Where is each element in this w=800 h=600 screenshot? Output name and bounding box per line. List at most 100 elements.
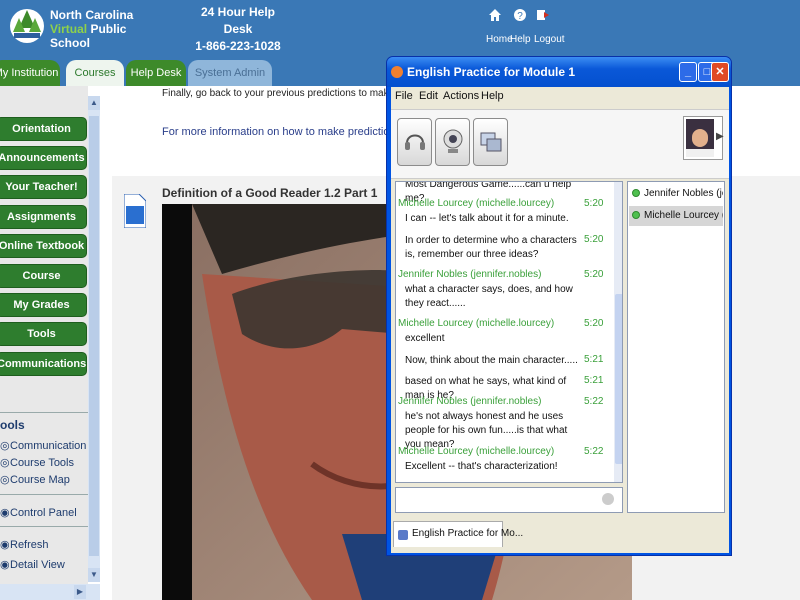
nav-announcements-button[interactable]: Announcements (0, 146, 87, 170)
instruction-text: Finally, go back to your previous predic… (162, 88, 395, 99)
refresh-label: Refresh (10, 539, 49, 551)
participant-list: Jennifer Nobles (jen... Michelle Lourcey… (627, 181, 725, 513)
chat-message: excellent (405, 333, 445, 344)
refresh-link[interactable]: ◉Refresh (0, 538, 88, 551)
nav-assignments-button[interactable]: Assignments (0, 205, 87, 229)
chat-time: 5:20 (584, 198, 604, 209)
logout-link[interactable]: Logout (534, 34, 565, 45)
chat-scroll-thumb[interactable] (615, 294, 622, 464)
chat-titlebar[interactable]: English Practice for Module 1 _ □ ✕ (387, 57, 731, 87)
scroll-up-icon[interactable]: ▲ (88, 96, 100, 110)
logo-line1: North Carolina (50, 8, 134, 22)
tab-system-admin[interactable]: System Admin (188, 60, 272, 86)
video-title: Definition of a Good Reader 1.2 Part 1 (162, 186, 378, 200)
chevron-right-icon[interactable]: ▶ (716, 131, 724, 142)
top-nav: ? Home Help Logout (482, 8, 565, 48)
divider (0, 412, 88, 413)
contact-avatar-box[interactable]: ▶ (683, 116, 724, 160)
sidebar-horizontal-scrollbar[interactable]: ▶ (0, 584, 100, 600)
home-link[interactable]: Home (486, 34, 513, 45)
avatar-face (692, 129, 708, 147)
help-icon[interactable]: ? (513, 8, 527, 22)
participant-item[interactable]: Michelle Lourcey (mi... (629, 206, 723, 226)
tool-communication-label: Communication (10, 440, 87, 452)
sidebar-vertical-scrollbar[interactable]: ▲ ▼ (88, 96, 100, 582)
nav-course-documents-button[interactable]: Course Documents (0, 264, 87, 304)
nav-communications-button[interactable]: Communications (0, 352, 87, 376)
menu-actions[interactable]: Actions (443, 90, 479, 102)
chat-sender: Jennifer Nobles (jennifer.nobles) (398, 396, 542, 407)
tool-course-map-label: Course Map (10, 474, 70, 486)
divider (0, 494, 88, 495)
home-icon[interactable] (488, 8, 502, 22)
online-status-icon (632, 189, 640, 198)
control-panel-icon: ◉ (0, 507, 10, 519)
tool-course-map-link[interactable]: ◎Course Map (0, 473, 88, 486)
tab-my-institution[interactable]: My Institution (0, 60, 60, 86)
menu-file[interactable]: File (395, 90, 413, 102)
chat-time: 5:21 (584, 375, 604, 386)
chat-sender: Michelle Lourcey (michelle.lourcey) (398, 198, 555, 209)
nav-my-grades-button[interactable]: My Grades (0, 293, 87, 317)
chat-message-list[interactable]: Most Dangerous Game......can u help me? … (395, 181, 623, 483)
logo-text: North Carolina Virtual Public School (50, 8, 156, 50)
refresh-icon: ◉ (0, 539, 10, 551)
chat-sender: Michelle Lourcey (michelle.lourcey) (398, 446, 555, 457)
tab-help-desk[interactable]: Help Desk (126, 60, 186, 86)
chat-message: what a character says, does, and how the… (405, 284, 573, 309)
detail-view-icon: ◉ (0, 559, 10, 571)
course-menu: Orientation Announcements Your Teacher! … (0, 86, 100, 600)
chat-time: 5:22 (584, 446, 604, 457)
chat-message: Excellent -- that's characterization! (405, 461, 558, 472)
chat-input[interactable] (395, 487, 623, 513)
tool-course-tools-link[interactable]: ◎Course Tools (0, 456, 88, 469)
svg-text:?: ? (517, 11, 523, 22)
avatar (686, 119, 714, 157)
webcam-icon (443, 129, 463, 153)
scroll-down-icon[interactable]: ▼ (88, 568, 100, 582)
school-logo[interactable]: North Carolina Virtual Public School (6, 4, 156, 50)
emoticon-icon[interactable] (602, 493, 614, 505)
sidebar-scroll-thumb[interactable] (89, 116, 99, 556)
chat-toolbar: ▶ (391, 109, 729, 179)
chat-title: English Practice for Module 1 (407, 65, 576, 79)
video-call-button[interactable] (435, 118, 470, 166)
online-status-icon (632, 211, 640, 220)
participant-name: Jennifer Nobles (jen... (644, 188, 723, 199)
menu-edit[interactable]: Edit (419, 90, 438, 102)
nav-tools-button[interactable]: Tools (0, 322, 87, 346)
participant-item[interactable]: Jennifer Nobles (jen... (629, 184, 723, 204)
control-panel-link[interactable]: ◉Control Panel (0, 506, 88, 519)
detail-view-link[interactable]: ◉Detail View (0, 558, 88, 571)
logout-icon[interactable] (536, 8, 550, 22)
nav-orientation-button[interactable]: Orientation (0, 117, 87, 141)
helpdesk-phone: 1-866-223-1028 (195, 39, 281, 53)
course-tools-icon: ◎ (0, 457, 10, 469)
chat-session-tab-label: English Practice for Mo... (412, 528, 524, 539)
chat-message: Now, think about the main character..... (405, 355, 578, 366)
chat-app-icon (391, 66, 403, 78)
tool-course-tools-label: Course Tools (10, 457, 74, 469)
tab-courses[interactable]: Courses (66, 60, 124, 86)
scroll-right-icon[interactable]: ▶ (74, 585, 86, 599)
tool-communication-link[interactable]: ◎Communication (0, 439, 88, 452)
menu-help[interactable]: Help (481, 90, 504, 102)
nav-online-textbook-button[interactable]: Online Textbook (0, 234, 87, 258)
detail-view-label: Detail View (10, 559, 65, 571)
share-screen-button[interactable] (473, 118, 508, 166)
audio-call-button[interactable] (397, 118, 432, 166)
course-map-icon: ◎ (0, 474, 10, 486)
chat-sender: Jennifer Nobles (jennifer.nobles) (398, 269, 542, 280)
chat-message: In order to determine who a characters i… (405, 235, 577, 260)
close-icon[interactable]: ✕ (711, 62, 729, 82)
nav-your-teacher-button[interactable]: Your Teacher! (0, 175, 87, 199)
chat-window[interactable]: English Practice for Module 1 _ □ ✕ File… (386, 56, 732, 556)
chat-session-tab[interactable]: English Practice for Mo... (393, 521, 523, 547)
help-link[interactable]: Help (510, 34, 531, 45)
logo-virtual: Virtual (50, 22, 88, 36)
chat-client-area: File Edit Actions Help ▶ Most Dangerous … (391, 87, 729, 553)
logo-mark-icon (10, 9, 44, 43)
helpdesk-info: 24 Hour Help Desk 1-866-223-1028 (193, 4, 283, 55)
minimize-icon[interactable]: _ (679, 62, 697, 82)
chat-scrollbar[interactable] (614, 182, 622, 482)
